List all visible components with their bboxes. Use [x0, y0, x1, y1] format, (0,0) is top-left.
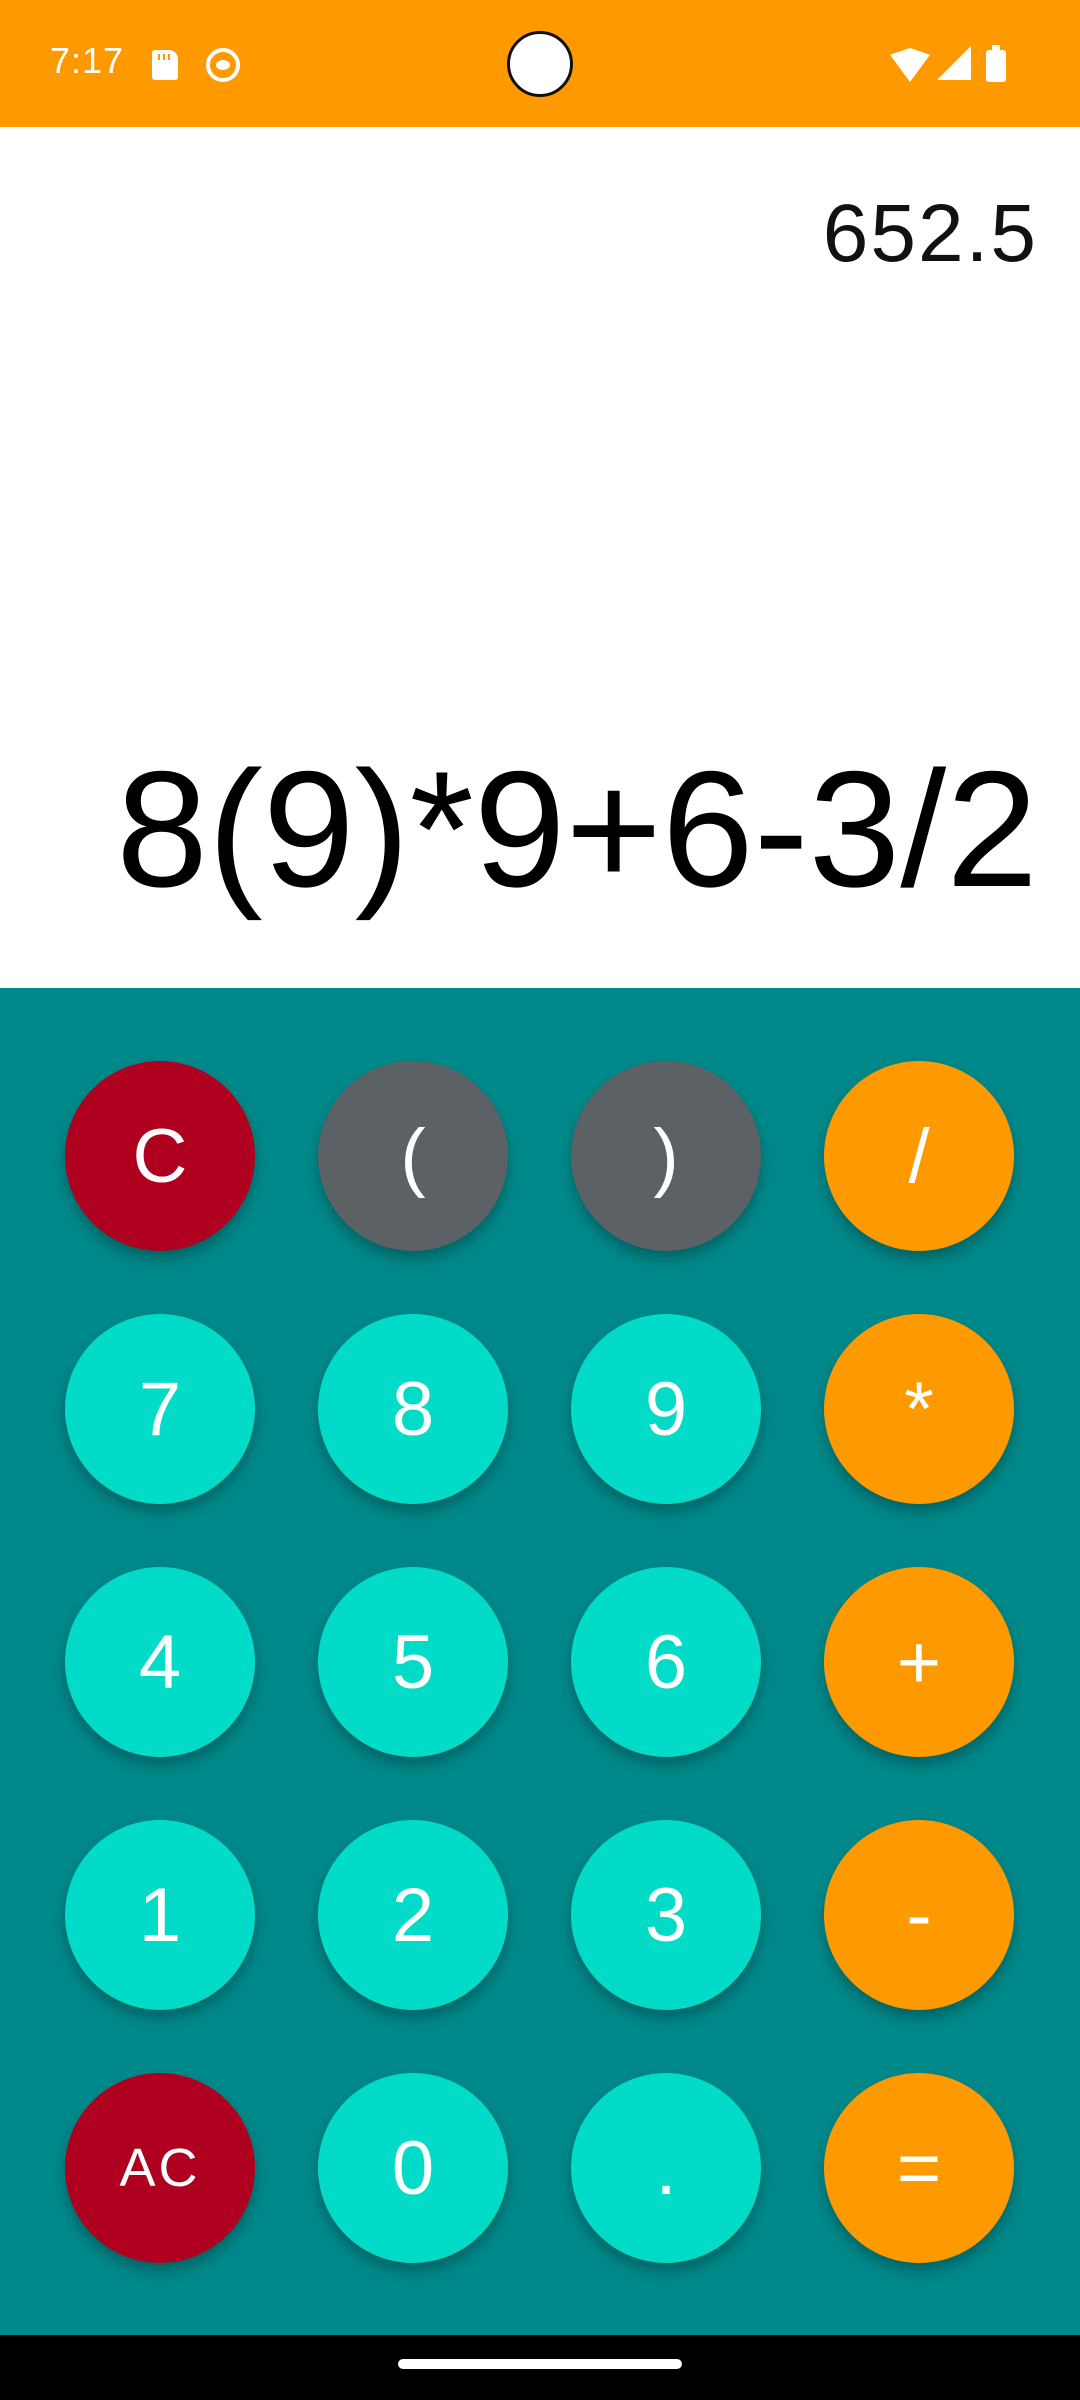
battery-icon [986, 45, 1006, 82]
equals-button[interactable]: = [824, 2073, 1014, 2263]
sd-card-icon [152, 50, 178, 80]
digit-8-button[interactable]: 8 [318, 1314, 508, 1504]
digit-2-button[interactable]: 2 [318, 1820, 508, 2010]
add-button[interactable]: + [824, 1567, 1014, 1757]
digit-7-button[interactable]: 7 [65, 1314, 255, 1504]
navigation-bar [0, 2335, 1080, 2400]
close-paren-button[interactable]: ) [571, 1061, 761, 1251]
clear-button[interactable]: C [65, 1061, 255, 1251]
status-time: 7:17 [50, 40, 125, 81]
calculator-screen: 7:17 652.5 8(9)*9+6-3/2 C ( ) / 7 8 9 * … [0, 0, 1080, 2400]
keypad: C ( ) / 7 8 9 * 4 5 6 + 1 2 3 - AC 0 . = [0, 988, 1080, 2335]
digit-1-button[interactable]: 1 [65, 1820, 255, 2010]
multiply-button[interactable]: * [824, 1314, 1014, 1504]
digit-6-button[interactable]: 6 [571, 1567, 761, 1757]
digit-0-button[interactable]: 0 [318, 2073, 508, 2263]
decimal-point-button[interactable]: . [571, 2073, 761, 2263]
result-text: 652.5 [822, 188, 1038, 279]
signal-icon [937, 46, 971, 80]
divide-button[interactable]: / [824, 1061, 1014, 1251]
home-gesture-handle[interactable] [398, 2359, 682, 2369]
digit-9-button[interactable]: 9 [571, 1314, 761, 1504]
wifi-icon [890, 48, 930, 82]
digit-3-button[interactable]: 3 [571, 1820, 761, 2010]
open-paren-button[interactable]: ( [318, 1061, 508, 1251]
cat-icon [206, 48, 240, 82]
subtract-button[interactable]: - [824, 1820, 1014, 2010]
camera-cutout [507, 31, 573, 97]
all-clear-button[interactable]: AC [65, 2073, 255, 2263]
digit-5-button[interactable]: 5 [318, 1567, 508, 1757]
calculator-display: 652.5 8(9)*9+6-3/2 [0, 127, 1080, 988]
digit-4-button[interactable]: 4 [65, 1567, 255, 1757]
status-bar: 7:17 [0, 0, 1080, 127]
expression-text: 8(9)*9+6-3/2 [116, 737, 1038, 921]
